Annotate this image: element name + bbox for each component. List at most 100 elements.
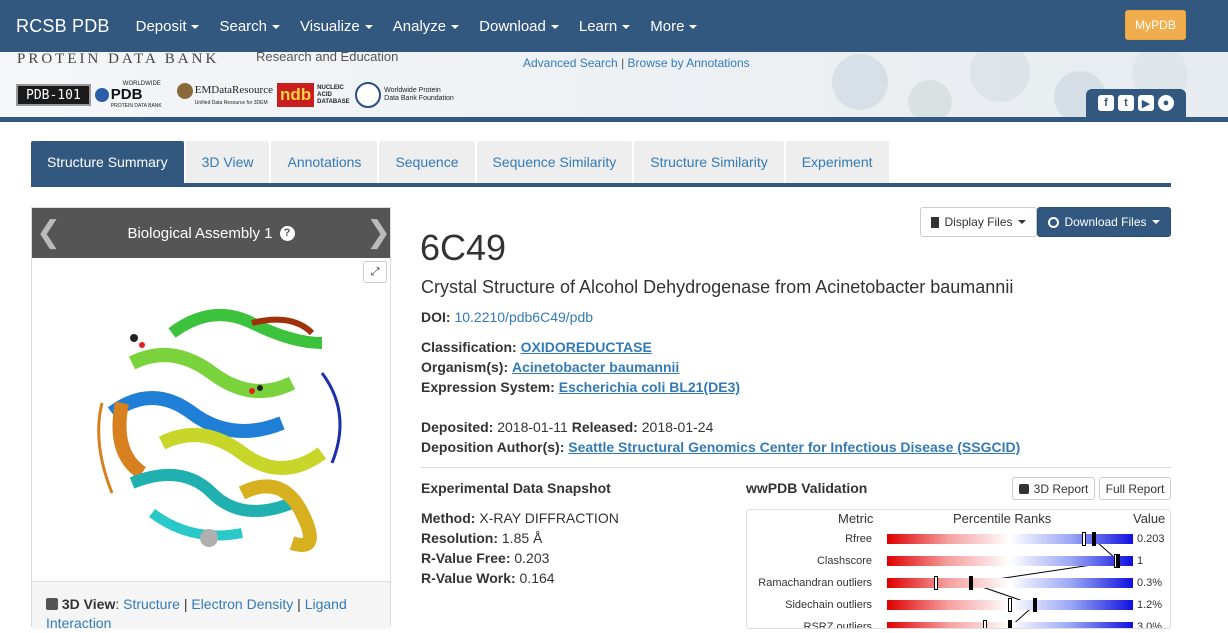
expression-system-link[interactable]: Escherichia coli BL21(DE3) bbox=[559, 379, 740, 395]
caret-down-icon bbox=[689, 25, 698, 29]
validation-metric-label: Sidechain outliers bbox=[785, 599, 872, 611]
chevron-right-icon[interactable]: ❯ bbox=[366, 218, 391, 248]
organism-field: Organism(s): Acinetobacter baumannii bbox=[421, 359, 679, 375]
browse-annotations-link[interactable]: Browse by Annotations bbox=[628, 56, 750, 70]
nav-search-label: Search bbox=[219, 17, 268, 35]
classification-link[interactable]: OXIDOREDUCTASE bbox=[521, 339, 652, 355]
tab-structure-summary[interactable]: Structure Summary bbox=[31, 141, 184, 183]
assembly-viewer: ❮ Biological Assembly 1 ? ❯ ⤢ 3D View: S… bbox=[31, 207, 391, 631]
full-report-button[interactable]: Full Report bbox=[1099, 477, 1171, 500]
nav-search[interactable]: Search bbox=[219, 17, 281, 35]
percentile-bar bbox=[887, 576, 1133, 590]
download-icon bbox=[1048, 216, 1060, 228]
globe-icon bbox=[94, 88, 109, 102]
tab-sequence[interactable]: Sequence bbox=[379, 141, 475, 183]
nav-visualize[interactable]: Visualize bbox=[300, 18, 373, 35]
percentile-bar bbox=[887, 532, 1133, 546]
youtube-icon[interactable]: ▶ bbox=[1138, 95, 1154, 111]
validation-value: 0.3% bbox=[1137, 577, 1163, 589]
caret-down-icon bbox=[622, 25, 631, 29]
link-separator: | bbox=[297, 596, 301, 612]
wwpdb-logo-sub: PROTEIN DATA BANK bbox=[110, 103, 162, 109]
nav-download[interactable]: Download bbox=[479, 18, 559, 35]
tab-structure-similarity[interactable]: Structure Similarity bbox=[634, 141, 784, 183]
expression-label: Expression System: bbox=[421, 379, 555, 395]
validation-value: 1.2% bbox=[1137, 599, 1163, 611]
ndb-logo[interactable]: ndb NUCLEIC ACID DATABASE bbox=[277, 82, 351, 108]
nav-learn[interactable]: Learn bbox=[578, 17, 631, 35]
validation-row: Rfree 0.203 bbox=[747, 530, 1170, 550]
validation-row: Sidechain outliers 1.2% bbox=[747, 596, 1170, 616]
display-files-button[interactable]: Display Files bbox=[920, 207, 1037, 237]
percentile-bar bbox=[887, 620, 1133, 628]
github-icon[interactable]: ● bbox=[1158, 95, 1174, 111]
emdataresource-logo[interactable]: EMDataResource Unified Data Resource for… bbox=[176, 82, 273, 108]
electron-density-link[interactable]: Electron Density bbox=[191, 596, 293, 612]
rwork-value: 0.164 bbox=[519, 570, 555, 586]
organism-link[interactable]: Acinetobacter baumannii bbox=[512, 359, 679, 375]
nav-more[interactable]: More bbox=[650, 18, 698, 35]
rfree-value: 0.203 bbox=[514, 550, 550, 566]
authors-field: Deposition Author(s): Seattle Structural… bbox=[421, 439, 1020, 455]
banner-divider bbox=[0, 117, 1228, 122]
wwpdb-logo[interactable]: WORLDWIDE PDB PROTEIN DATA BANK bbox=[94, 81, 173, 109]
ndb-logo-sub: NUCLEIC ACID DATABASE bbox=[317, 84, 350, 105]
partner-logos: PDB-101 WORLDWIDE PDB PROTEIN DATA BANK … bbox=[16, 81, 454, 109]
viewer-header: ❮ Biological Assembly 1 ? ❯ bbox=[32, 208, 391, 258]
structure-title: Crystal Structure of Alcohol Dehydrogena… bbox=[421, 277, 1014, 297]
pdb101-logo[interactable]: PDB-101 bbox=[16, 84, 91, 106]
rfree-line: R-Value Free: 0.203 bbox=[421, 550, 549, 566]
snapshot-title: Experimental Data Snapshot bbox=[421, 480, 611, 496]
brand-logo[interactable]: RCSB PDB bbox=[16, 16, 110, 37]
validation-metric-label: Rfree bbox=[845, 533, 872, 545]
top-navbar: RCSB PDB Deposit Search Visualize Analyz… bbox=[0, 0, 1228, 52]
twitter-icon[interactable]: t bbox=[1118, 95, 1134, 111]
tab-sequence-similarity[interactable]: Sequence Similarity bbox=[476, 141, 633, 183]
protein-structure-image[interactable] bbox=[92, 293, 372, 578]
validation-value: 1 bbox=[1137, 555, 1144, 567]
cube-icon bbox=[46, 598, 58, 610]
nav-analyze[interactable]: Analyze bbox=[393, 18, 460, 35]
download-files-label: Download Files bbox=[1064, 215, 1147, 229]
chevron-left-icon[interactable]: ❮ bbox=[36, 218, 61, 248]
advanced-search-link[interactable]: Advanced Search bbox=[523, 56, 618, 70]
rwork-line: R-Value Work: 0.164 bbox=[421, 570, 555, 586]
authors-label: Deposition Author(s): bbox=[421, 439, 565, 455]
cube-icon bbox=[1018, 483, 1029, 494]
section-divider bbox=[421, 467, 1171, 468]
deposited-label: Deposited: bbox=[421, 419, 494, 435]
file-icon bbox=[931, 216, 940, 228]
validation-value: 3.0% bbox=[1137, 621, 1163, 629]
percentile-marker-all bbox=[1008, 620, 1012, 628]
tab-experiment[interactable]: Experiment bbox=[785, 141, 889, 183]
doi-link[interactable]: 10.2210/pdb6C49/pdb bbox=[454, 309, 593, 325]
nav-learn-label: Learn bbox=[578, 17, 618, 35]
3d-report-button[interactable]: 3D Report bbox=[1012, 477, 1095, 500]
wwpdb-foundation-logo[interactable]: Worldwide Protein Data Bank Foundation bbox=[355, 82, 454, 108]
caret-down-icon bbox=[1151, 220, 1160, 224]
resolution-value: 1.85 Å bbox=[501, 530, 543, 546]
percentile-marker-resolution bbox=[983, 620, 988, 628]
download-files-button[interactable]: Download Files bbox=[1037, 207, 1171, 237]
nav-deposit[interactable]: Deposit bbox=[136, 18, 200, 35]
organism-label: Organism(s): bbox=[421, 359, 509, 375]
tab-annotations[interactable]: Annotations bbox=[271, 141, 378, 183]
facebook-icon[interactable]: f bbox=[1098, 95, 1114, 111]
expand-icon[interactable]: ⤢ bbox=[363, 261, 387, 283]
emdb-logo-sub: Unified Data Resource for 3DEM bbox=[194, 99, 268, 106]
structure-view-link[interactable]: Structure bbox=[123, 596, 180, 612]
method-line: Method: X-RAY DIFFRACTION bbox=[421, 510, 619, 526]
validation-title: wwPDB Validation bbox=[746, 480, 868, 496]
authors-link[interactable]: Seattle Structural Genomics Center for I… bbox=[568, 439, 1020, 455]
tab-3d-view[interactable]: 3D View bbox=[185, 141, 270, 183]
mypdb-button[interactable]: MyPDB bbox=[1125, 10, 1186, 40]
3d-report-label: 3D Report bbox=[1033, 481, 1089, 496]
help-icon[interactable]: ? bbox=[279, 225, 295, 241]
foundation-logo-text: Worldwide Protein Data Bank Foundation bbox=[384, 87, 454, 102]
banner-links: Advanced Search | Browse by Annotations bbox=[523, 56, 750, 70]
released-label: Released: bbox=[571, 419, 638, 435]
resolution-label: Resolution: bbox=[421, 530, 498, 546]
method-label: Method: bbox=[421, 510, 476, 526]
validation-slider-graphic[interactable]: Metric Percentile Ranks Value Rfree 0.203… bbox=[746, 509, 1171, 629]
classification-field: Classification: OXIDOREDUCTASE bbox=[421, 339, 652, 355]
